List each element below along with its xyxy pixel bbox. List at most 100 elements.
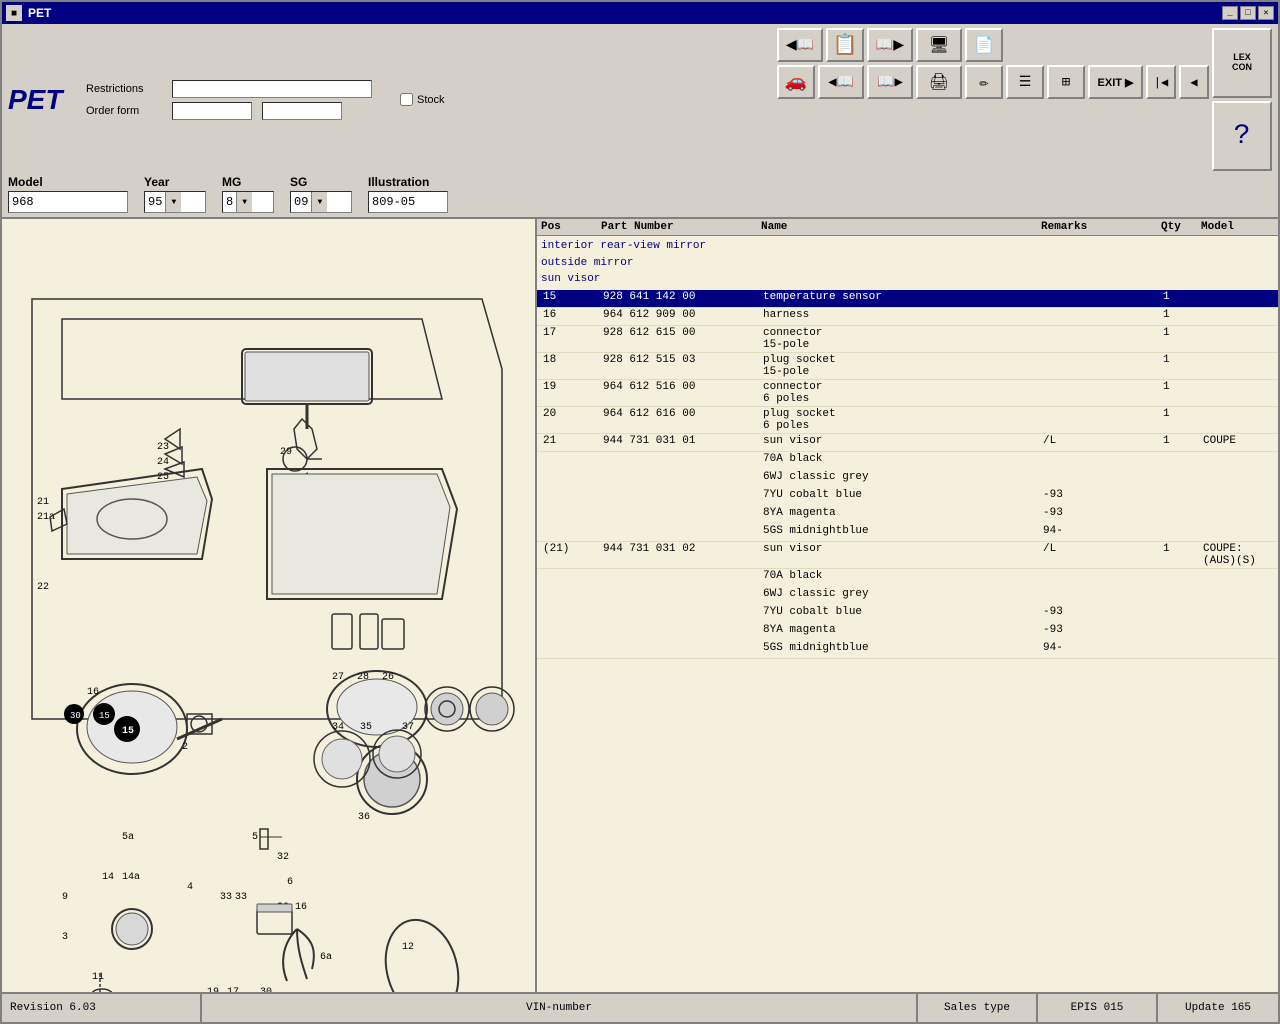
parts-table-header: Pos Part Number Name Remarks Qty Model <box>537 219 1278 236</box>
grid-button[interactable]: ⊞ <box>1047 65 1085 99</box>
exit-button[interactable]: EXIT ▶ <box>1088 65 1143 99</box>
table-row[interactable]: 70A black <box>537 569 1278 587</box>
status-revision: Revision 6.03 <box>2 994 202 1022</box>
svg-text:14: 14 <box>102 872 114 883</box>
sg-select[interactable]: 09 ▼ <box>290 191 352 213</box>
header-part-number: Part Number <box>601 221 761 233</box>
cell-name: connector6 poles <box>761 381 1041 405</box>
svg-text:33: 33 <box>220 892 232 903</box>
mg-arrow[interactable]: ▼ <box>236 192 252 212</box>
cell-remarks: -93 <box>1041 624 1161 636</box>
cell-name: plug socket6 poles <box>761 408 1041 432</box>
svg-text:36: 36 <box>358 812 370 823</box>
table-row[interactable]: 6WJ classic grey <box>537 470 1278 488</box>
cell-qty: 1 <box>1161 381 1201 393</box>
stock-checkbox-area: Stock <box>400 93 445 106</box>
help-button[interactable]: ? <box>1212 101 1272 171</box>
restrictions-input[interactable] <box>172 80 372 98</box>
svg-text:12: 12 <box>402 942 414 953</box>
model-input[interactable] <box>8 191 128 213</box>
table-row[interactable]: 6WJ classic grey <box>537 587 1278 605</box>
table-row[interactable]: 7YU cobalt blue -93 <box>537 605 1278 623</box>
svg-text:15: 15 <box>122 726 134 737</box>
cell-name: plug socket15-pole <box>761 354 1041 378</box>
titlebar-title: ■ PET <box>6 5 51 21</box>
cell-name: 5GS midnightblue <box>761 642 1041 654</box>
car-button[interactable]: 🚗 <box>777 65 815 99</box>
window-controls: _ □ ✕ <box>1222 6 1274 20</box>
table-row[interactable]: 5GS midnightblue 94- <box>537 524 1278 542</box>
year-select[interactable]: 95 ▼ <box>144 191 206 213</box>
table-row[interactable]: 21 944 731 031 01 sun visor /L 1 COUPE <box>537 434 1278 452</box>
cell-name: 6WJ classic grey <box>761 471 1041 483</box>
table-row[interactable]: 20 964 612 616 00 plug socket6 poles 1 <box>537 407 1278 434</box>
book-prev-button[interactable]: ◀📖 <box>777 28 823 62</box>
table-row[interactable]: 19 964 612 516 00 connector6 poles 1 <box>537 380 1278 407</box>
section-sun-visor: sun visor <box>541 271 1274 288</box>
book-next-button[interactable]: 📖▶ <box>867 28 913 62</box>
model-row: Model Year 95 ▼ MG 8 ▼ SG 09 <box>8 175 1272 213</box>
vin-text: VIN-number <box>526 1002 592 1014</box>
table-row[interactable]: 16 964 612 909 00 harness 1 <box>537 308 1278 326</box>
lex-con-label: LEXCON <box>1232 53 1252 73</box>
minimize-button[interactable]: _ <box>1222 6 1238 20</box>
list-button[interactable]: ☰ <box>1006 65 1044 99</box>
illustration-input[interactable] <box>368 191 448 213</box>
svg-text:5a: 5a <box>122 832 134 843</box>
epis-text: EPIS 015 <box>1071 1002 1124 1014</box>
svg-text:28: 28 <box>357 672 369 683</box>
close-button[interactable]: ✕ <box>1258 6 1274 20</box>
status-vin: VIN-number <box>202 994 918 1022</box>
table-row[interactable]: (21) 944 731 031 02 sun visor /L 1 COUPE… <box>537 542 1278 569</box>
cell-part-number: 928 612 515 03 <box>601 354 761 366</box>
svg-text:16: 16 <box>295 902 307 913</box>
table-row[interactable]: 8YA magenta -93 <box>537 506 1278 524</box>
table-row[interactable]: 8YA magenta -93 <box>537 623 1278 641</box>
svg-text:23: 23 <box>157 442 169 453</box>
stock-label: Stock <box>417 94 445 106</box>
restrictions-row: Restrictions <box>86 80 372 98</box>
parts-panel: Pos Part Number Name Remarks Qty Model i… <box>537 219 1278 992</box>
order-form-input1[interactable] <box>172 102 252 120</box>
cell-name: 8YA magenta <box>761 624 1041 636</box>
printer-button[interactable]: 🖨 <box>916 65 962 99</box>
table-row[interactable]: 18 928 612 515 03 plug socket15-pole 1 <box>537 353 1278 380</box>
svg-text:33: 33 <box>235 892 247 903</box>
order-form-input2[interactable] <box>262 102 342 120</box>
svg-text:3: 3 <box>62 932 68 943</box>
cell-qty: 1 <box>1161 354 1201 366</box>
table-row[interactable]: 5GS midnightblue 94- <box>537 641 1278 659</box>
stock-checkbox[interactable] <box>400 93 413 106</box>
table-row[interactable]: 70A black <box>537 452 1278 470</box>
table-row[interactable]: 7YU cobalt blue -93 <box>537 488 1278 506</box>
table-row[interactable]: 17 928 612 615 00 connector15-pole 1 <box>537 326 1278 353</box>
monitor-button[interactable]: 🖥 <box>916 28 962 62</box>
first-button[interactable]: |◀ <box>1146 65 1176 99</box>
year-label: Year <box>144 175 206 189</box>
cell-part-number: 944 731 031 01 <box>601 435 761 447</box>
year-arrow[interactable]: ▼ <box>165 192 181 212</box>
pencil-button[interactable]: ✏ <box>965 65 1003 99</box>
parts-table-body[interactable]: interior rear-view mirror outside mirror… <box>537 236 1278 992</box>
cell-qty: 1 <box>1161 291 1201 303</box>
maximize-button[interactable]: □ <box>1240 6 1256 20</box>
document-button[interactable]: 📄 <box>965 28 1003 62</box>
lex-con-button[interactable]: LEXCON <box>1212 28 1272 98</box>
book-icon[interactable]: 📋 <box>826 28 864 62</box>
sg-arrow[interactable]: ▼ <box>311 192 327 212</box>
mg-select[interactable]: 8 ▼ <box>222 191 274 213</box>
cell-name: connector15-pole <box>761 327 1041 351</box>
svg-text:15: 15 <box>99 711 110 721</box>
svg-text:30: 30 <box>70 711 81 721</box>
nav-next-button[interactable]: 📖▶ <box>867 65 913 99</box>
nav-prev-button[interactable]: ◀📖 <box>818 65 864 99</box>
back-button[interactable]: ◀ <box>1179 65 1209 99</box>
cell-part-number: 928 641 142 00 <box>601 291 761 303</box>
sg-label: SG <box>290 175 352 189</box>
cell-qty: 1 <box>1161 327 1201 339</box>
model-field-group: Model <box>8 175 128 213</box>
cell-remarks: 94- <box>1041 525 1161 537</box>
table-row[interactable]: 15 928 641 142 00 temperature sensor 1 <box>537 290 1278 308</box>
app-icon: ■ <box>6 5 22 21</box>
cell-name: 7YU cobalt blue <box>761 489 1041 501</box>
